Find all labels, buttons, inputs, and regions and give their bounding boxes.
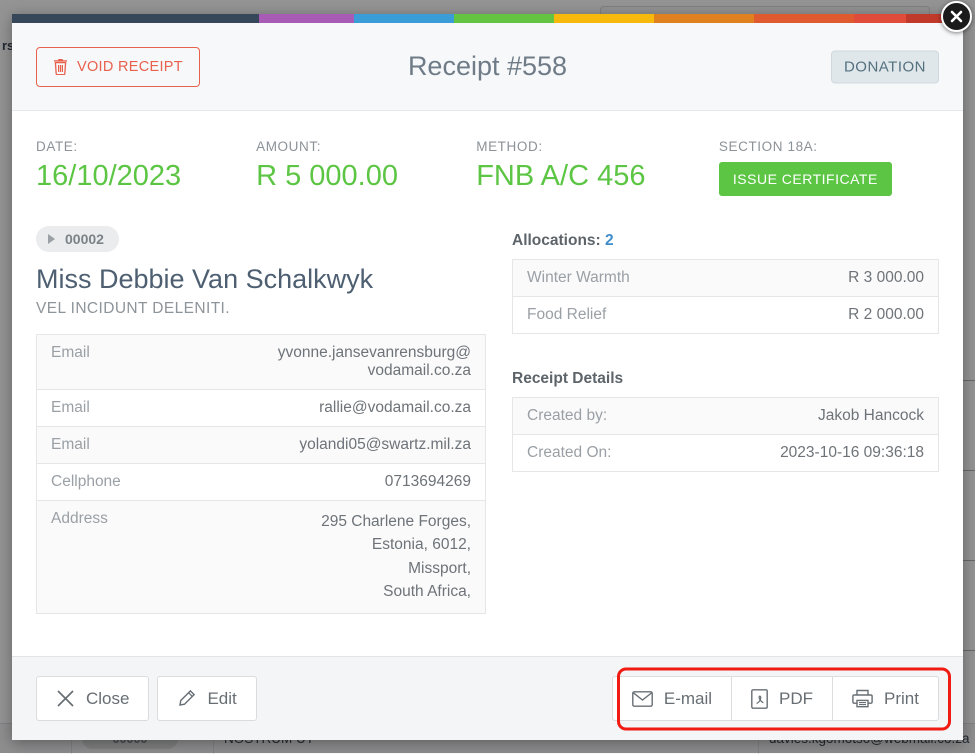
contact-label: Address [37, 500, 262, 613]
table-row: Food Relief R 2 000.00 [513, 297, 939, 334]
summary-label: DATE: [36, 139, 256, 154]
summary-label: SECTION 18A: [719, 139, 939, 154]
summary-item-date: DATE: 16/10/2023 [36, 139, 256, 196]
receipt-details-table: Created by: Jakob Hancock Created On: 20… [512, 397, 939, 472]
edit-button-label: Edit [207, 689, 236, 709]
close-x-icon [56, 689, 75, 708]
summary-value-date: 16/10/2023 [36, 160, 256, 193]
footer-left-buttons: Close Edit [36, 676, 257, 721]
modal-body: 00002 Miss Debbie Van Schalkwyk VEL INCI… [12, 226, 963, 656]
summary-item-method: METHOD: FNB A/C 456 [476, 139, 719, 196]
edit-button[interactable]: Edit [157, 676, 256, 721]
contact-value: yvonne.jansevanrensburg@vodamail.co.za [261, 334, 486, 389]
donor-name: Miss Debbie Van Schalkwyk [36, 265, 486, 295]
rainbow-segment [12, 14, 259, 23]
summary-item-section18a: SECTION 18A: ISSUE CERTIFICATE [719, 139, 939, 196]
details-column: Allocations: 2 Winter Warmth R 3 000.00 … [512, 226, 939, 656]
donor-subtitle: VEL INCIDUNT DELENITI. [36, 300, 486, 318]
table-row: Created by: Jakob Hancock [513, 398, 939, 435]
summary-value-amount: R 5 000.00 [256, 160, 476, 193]
contact-value: yolandi05@swartz.mil.za [261, 426, 486, 463]
allocation-amount: R 3 000.00 [726, 260, 939, 297]
table-row: Created On: 2023-10-16 09:36:18 [513, 435, 939, 472]
allocation-label: Winter Warmth [513, 260, 726, 297]
table-row: Email yvonne.jansevanrensburg@vodamail.c… [37, 334, 486, 389]
table-row: Email yolandi05@swartz.mil.za [37, 426, 486, 463]
detail-label: Created On: [513, 435, 726, 472]
print-button-label: Print [884, 689, 919, 709]
triangle-right-icon [48, 234, 55, 244]
contact-value: 0713694269 [261, 463, 486, 500]
donor-code-label: 00002 [65, 231, 104, 247]
table-row: Winter Warmth R 3 000.00 [513, 260, 939, 297]
receipt-summary: DATE: 16/10/2023 AMOUNT: R 5 000.00 METH… [12, 111, 963, 226]
rainbow-segment [854, 14, 906, 23]
allocations-label: Allocations: [512, 232, 601, 249]
receipt-modal: VOID RECEIPT Receipt #558 DONATION DATE:… [12, 14, 963, 740]
summary-item-amount: AMOUNT: R 5 000.00 [256, 139, 476, 196]
summary-label: METHOD: [476, 139, 719, 154]
detail-value: 2023-10-16 09:36:18 [726, 435, 939, 472]
receipt-type-badge[interactable]: DONATION [831, 50, 939, 83]
contact-label: Email [37, 389, 262, 426]
pdf-button[interactable]: PDF [731, 676, 833, 721]
allocations-table: Winter Warmth R 3 000.00 Food Relief R 2… [512, 259, 939, 334]
contact-label: Cellphone [37, 463, 262, 500]
void-receipt-button[interactable]: VOID RECEIPT [36, 47, 200, 87]
contact-value-address: 295 Charlene Forges, Estonia, 6012, Miss… [261, 500, 486, 613]
donor-column: 00002 Miss Debbie Van Schalkwyk VEL INCI… [36, 226, 486, 656]
rainbow-accent-bar [12, 14, 963, 23]
detail-label: Created by: [513, 398, 726, 435]
void-receipt-label: VOID RECEIPT [77, 59, 183, 75]
donor-code-toggle[interactable]: 00002 [36, 226, 119, 252]
table-row: Cellphone 0713694269 [37, 463, 486, 500]
allocation-amount: R 2 000.00 [726, 297, 939, 334]
detail-value: Jakob Hancock [726, 398, 939, 435]
rainbow-segment [554, 14, 654, 23]
rainbow-segment [354, 14, 454, 23]
close-circle-icon [949, 9, 964, 24]
trash-icon [53, 58, 68, 75]
footer-right-buttons: E-mail PDF [612, 676, 939, 721]
issue-certificate-button[interactable]: ISSUE CERTIFICATE [719, 162, 892, 196]
envelope-icon [632, 691, 653, 707]
pdf-button-label: PDF [779, 689, 813, 709]
modal-header: VOID RECEIPT Receipt #558 DONATION [12, 23, 963, 111]
allocations-count: 2 [605, 232, 614, 249]
donor-contacts-table: Email yvonne.jansevanrensburg@vodamail.c… [36, 334, 486, 614]
email-button-label: E-mail [664, 689, 712, 709]
contact-value: rallie@vodamail.co.za [261, 389, 486, 426]
summary-label: AMOUNT: [256, 139, 476, 154]
close-modal-button[interactable] [941, 1, 972, 32]
rainbow-segment [654, 14, 754, 23]
pencil-icon [177, 689, 196, 708]
modal-footer: Close Edit E- [12, 656, 963, 740]
email-button[interactable]: E-mail [612, 676, 732, 721]
table-row: Address 295 Charlene Forges, Estonia, 60… [37, 500, 486, 613]
rainbow-segment [454, 14, 554, 23]
contact-label: Email [37, 426, 262, 463]
printer-icon [852, 689, 873, 708]
allocations-heading: Allocations: 2 [512, 232, 939, 250]
rainbow-segment [259, 14, 354, 23]
close-button[interactable]: Close [36, 676, 149, 721]
table-row: Email rallie@vodamail.co.za [37, 389, 486, 426]
rainbow-segment [754, 14, 854, 23]
contact-label: Email [37, 334, 262, 389]
receipt-details-heading: Receipt Details [512, 370, 939, 388]
pdf-file-icon [751, 689, 768, 709]
summary-value-method: FNB A/C 456 [476, 160, 719, 193]
close-button-label: Close [86, 689, 129, 709]
print-button[interactable]: Print [832, 676, 939, 721]
allocation-label: Food Relief [513, 297, 726, 334]
